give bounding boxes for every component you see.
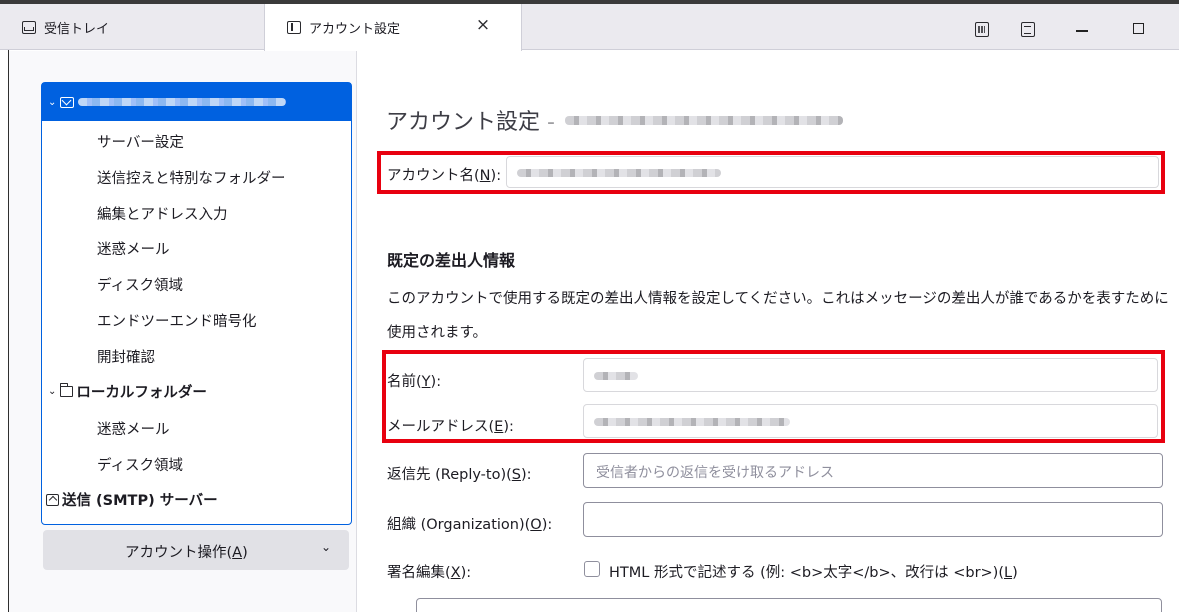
inbox-icon (22, 20, 36, 34)
account-row-selected[interactable]: ⌄ (42, 83, 351, 121)
window-edge (8, 50, 9, 612)
signature-label: 署名編集(X): (387, 565, 472, 581)
reply-to-field[interactable]: 受信者からの返信を受け取るアドレス (583, 453, 1163, 488)
sidebar-item-composition[interactable]: 編集とアドレス入力 (97, 203, 228, 224)
chevron-down-icon[interactable]: ⌄ (48, 386, 56, 397)
app-window: 受信トレイ アカウント設定 × ⌄ サーバー設定 送信控えと特別なフォルダー 編… (0, 0, 1179, 612)
redacted-account-title (564, 115, 843, 125)
name-field[interactable] (583, 358, 1158, 392)
account-actions-label: アカウント操作(A) (125, 545, 248, 561)
name-label: 名前(Y): (387, 374, 442, 390)
identity-description: このアカウントで使用する既定の差出人情報を設定してください。これはメッセージの差… (387, 291, 1169, 341)
sidebar-item-e2e[interactable]: エンドツーエンド暗号化 (97, 310, 257, 331)
close-icon[interactable]: × (472, 15, 494, 35)
mail-icon (60, 96, 75, 108)
maximize-button[interactable] (1133, 23, 1144, 34)
html-signature-label[interactable]: HTML 形式で記述する (例: <b>太字</b>、改行は <br>)(L) (609, 561, 1018, 582)
tab-inbox[interactable]: 受信トレイ (0, 4, 264, 50)
chevron-down-icon[interactable]: ⌄ (48, 97, 56, 108)
email-label: メールアドレス(E): (387, 419, 514, 435)
account-name-label: アカウント名(N): (387, 168, 502, 184)
sidebar-item-local-junk[interactable]: 迷惑メール (97, 418, 170, 439)
organization-field[interactable] (583, 502, 1163, 537)
redacted-email-value (594, 418, 790, 426)
reply-to-label: 返信先 (Reply-to)(S): (387, 467, 532, 483)
sidebar-item-junk[interactable]: 迷惑メール (97, 238, 170, 259)
outgoing-server-icon (46, 493, 59, 506)
account-name-field[interactable] (506, 156, 1159, 188)
smtp-label: 送信 (SMTP) サーバー (62, 493, 218, 509)
tab-account-settings[interactable]: アカウント設定 × (264, 4, 522, 51)
calendar-icon[interactable] (975, 22, 989, 37)
email-field[interactable] (583, 404, 1158, 438)
minimize-button[interactable] (1076, 30, 1088, 32)
html-signature-checkbox[interactable] (584, 561, 600, 577)
sidebar-item-disk-space[interactable]: ディスク領域 (97, 274, 183, 295)
account-tree: ⌄ サーバー設定 送信控えと特別なフォルダー 編集とアドレス入力 迷惑メール デ… (41, 82, 352, 525)
redacted-name-value (594, 372, 638, 380)
reply-to-placeholder: 受信者からの返信を受け取るアドレス (596, 465, 834, 481)
settings-tab-icon (287, 21, 301, 34)
tab-label: 受信トレイ (44, 21, 110, 37)
organization-label: 組織 (Organization)(O): (387, 517, 553, 533)
identity-heading: 既定の差出人情報 (387, 251, 516, 270)
sidebar-item-copies-folders[interactable]: 送信控えと特別なフォルダー (97, 167, 286, 188)
sidebar-item-server[interactable]: サーバー設定 (97, 131, 184, 152)
redacted-account-name (78, 98, 287, 106)
smtp-row[interactable]: 送信 (SMTP) サーバー (46, 489, 218, 510)
redacted-account-name-value (517, 169, 721, 177)
sidebar-divider (356, 51, 357, 612)
chevron-down-icon: ⌄ (321, 540, 332, 554)
sidebar-item-receipts[interactable]: 開封確認 (97, 346, 155, 367)
local-folders-row[interactable]: ⌄ ローカルフォルダー (48, 381, 207, 402)
sidebar-item-local-disk[interactable]: ディスク領域 (97, 454, 183, 475)
account-actions-button[interactable]: アカウント操作(A) ⌄ (43, 530, 349, 570)
folder-icon (59, 383, 74, 397)
tab-label: アカウント設定 (309, 22, 401, 37)
signature-textarea[interactable] (416, 598, 1162, 612)
page-title: アカウント設定 - (386, 104, 843, 136)
tab-bar: 受信トレイ アカウント設定 × (0, 0, 1179, 51)
tasks-icon[interactable] (1021, 22, 1035, 37)
local-folders-label: ローカルフォルダー (76, 385, 207, 401)
